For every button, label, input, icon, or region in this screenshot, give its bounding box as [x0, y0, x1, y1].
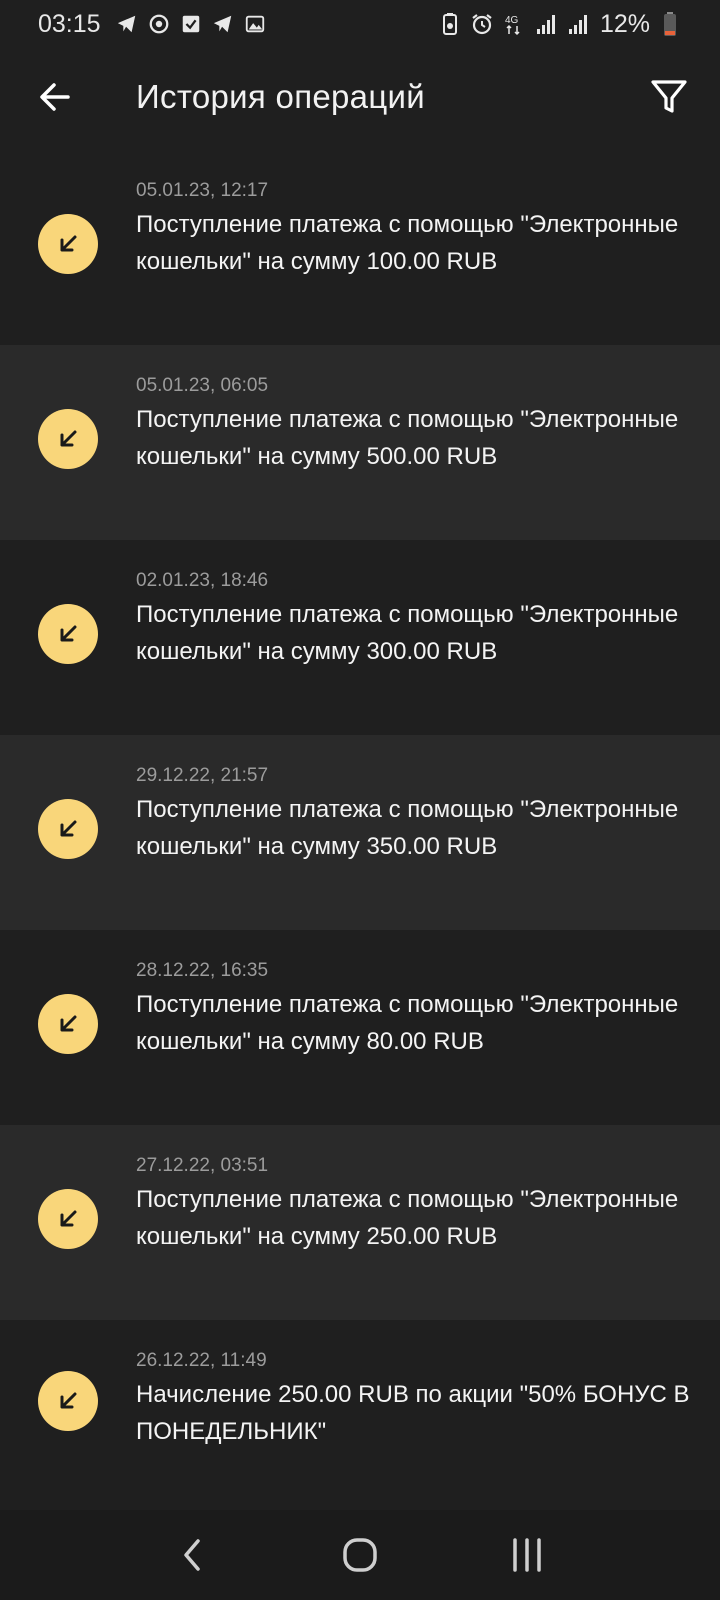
transaction-description: Начисление 250.00 RUB по акции "50% БОНУ…	[136, 1381, 690, 1445]
transaction-row[interactable]: 29.12.22, 21:57 Поступление платежа с по…	[0, 735, 720, 930]
incoming-arrow-icon	[38, 604, 98, 664]
battery-percentage: 12%	[599, 9, 650, 38]
nav-back-icon	[184, 1539, 201, 1571]
filter-icon	[651, 80, 687, 113]
network-4g-icon: 4G	[502, 12, 526, 36]
back-button[interactable]	[30, 72, 80, 122]
checkbox-icon	[179, 12, 203, 36]
filter-button[interactable]	[642, 70, 696, 124]
transaction-date: 27.12.22, 03:51	[136, 1155, 269, 1176]
incoming-arrow-icon	[38, 1189, 98, 1249]
transaction-description: Поступление платежа с помощью "Электронн…	[136, 991, 679, 1055]
nav-home-button[interactable]	[325, 1520, 395, 1590]
svg-text:4G: 4G	[505, 15, 519, 26]
app-bar: История операций	[0, 48, 720, 148]
transaction-row[interactable]: 26.12.22, 11:49 Начисление 250.00 RUB по…	[0, 1320, 720, 1477]
status-bar: 03:15 4G 12%	[0, 0, 720, 48]
transaction-description: Поступление платежа с помощью "Электронн…	[136, 406, 679, 470]
transaction-date: 26.12.22, 11:49	[136, 1350, 267, 1371]
nav-back-button[interactable]	[158, 1520, 228, 1590]
transaction-row[interactable]: 02.01.23, 18:46 Поступление платежа с по…	[0, 540, 720, 735]
transaction-date: 02.01.23, 18:46	[136, 570, 269, 591]
battery-icon	[658, 12, 682, 36]
transaction-description: Поступление платежа с помощью "Электронн…	[136, 601, 679, 665]
transaction-row[interactable]: 27.12.22, 03:51 Поступление платежа с по…	[0, 1125, 720, 1320]
nav-recents-button[interactable]	[492, 1520, 562, 1590]
transaction-date: 05.01.23, 12:17	[136, 180, 269, 201]
transaction-row[interactable]: 28.12.22, 16:35 Поступление платежа с по…	[0, 930, 720, 1125]
telegram-icon	[115, 12, 139, 36]
arrow-left-icon	[40, 83, 70, 111]
transaction-row[interactable]: 05.01.23, 06:05 Поступление платежа с по…	[0, 345, 720, 540]
page-title: История операций	[136, 78, 425, 115]
nav-home-icon	[343, 1538, 377, 1572]
transaction-description: Поступление платежа с помощью "Электронн…	[136, 211, 679, 275]
signal-icon	[566, 12, 590, 36]
transaction-row[interactable]: 05.01.23, 12:17 Поступление платежа с по…	[0, 150, 720, 345]
transaction-date: 28.12.22, 16:35	[136, 960, 269, 981]
incoming-arrow-icon	[38, 994, 98, 1054]
transaction-description: Поступление платежа с помощью "Электронн…	[136, 796, 679, 860]
incoming-arrow-icon	[38, 214, 98, 274]
system-nav-bar	[0, 1510, 720, 1600]
transaction-date: 29.12.22, 21:57	[136, 765, 269, 786]
gallery-icon	[243, 12, 267, 36]
battery-saver-icon	[438, 12, 462, 36]
incoming-arrow-icon	[38, 799, 98, 859]
incoming-arrow-icon	[38, 409, 98, 469]
signal-icon	[534, 12, 558, 36]
nav-recents-icon	[512, 1538, 541, 1572]
transaction-description: Поступление платежа с помощью "Электронн…	[136, 1186, 679, 1250]
status-time: 03:15	[38, 9, 101, 38]
alarm-icon	[470, 12, 494, 36]
transaction-date: 05.01.23, 06:05	[136, 375, 269, 396]
incoming-arrow-icon	[38, 1371, 98, 1431]
sync-icon	[147, 12, 171, 36]
transaction-list: 05.01.23, 12:17 Поступление платежа с по…	[0, 150, 720, 1477]
telegram-icon	[211, 12, 235, 36]
